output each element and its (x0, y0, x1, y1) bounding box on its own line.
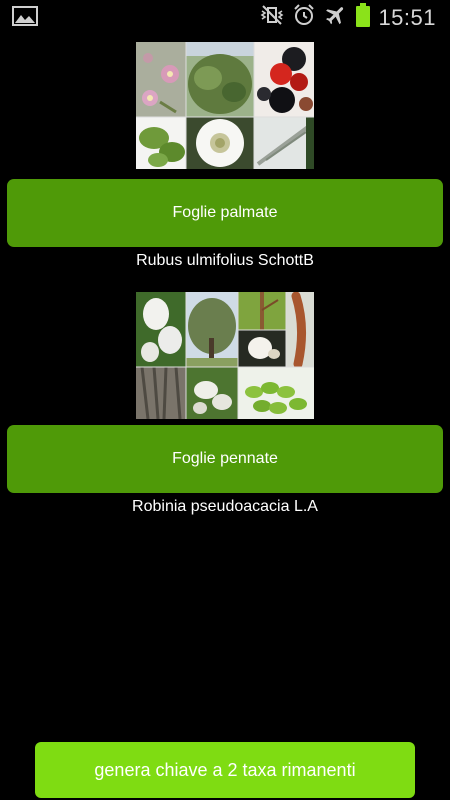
status-bar: 15:51 (0, 0, 450, 32)
bark-photo (136, 366, 186, 419)
image-icon (12, 5, 38, 27)
battery-icon (356, 3, 371, 32)
blackberry-fruit-photo (254, 42, 314, 117)
taxon-label-rubus: Rubus ulmifolius SchottB (136, 252, 314, 269)
twig-photo (238, 292, 286, 330)
compound-leaf-photo (238, 367, 314, 419)
seed-pod-photo (286, 292, 314, 369)
flower-raceme-photo (186, 367, 238, 419)
taxon-label-robinia: Robinia pseudoacacia L.A (132, 498, 318, 515)
generate-key-button[interactable]: genera chiave a 2 taxa rimanenti (35, 742, 415, 798)
stem-thorn-photo (254, 117, 314, 169)
flower-pink-photo (136, 42, 186, 117)
vibrate-mute-icon (260, 4, 284, 31)
choice-button-palmate[interactable]: Foglie palmate (7, 179, 443, 247)
alarm-icon (292, 3, 316, 32)
shrub-photo (186, 42, 254, 117)
leaf-photo (136, 117, 186, 169)
airplane-mode-icon (324, 3, 348, 32)
clock: 15:51 (378, 4, 436, 30)
taxon-image-collage-rubus (136, 42, 314, 169)
choice-button-pinnate[interactable]: Foglie pennate (7, 425, 443, 493)
taxon-image-collage-robinia (136, 292, 314, 419)
white-flower-cluster-photo (136, 292, 186, 367)
white-flower-photo (186, 117, 254, 169)
tree-photo (186, 292, 238, 367)
